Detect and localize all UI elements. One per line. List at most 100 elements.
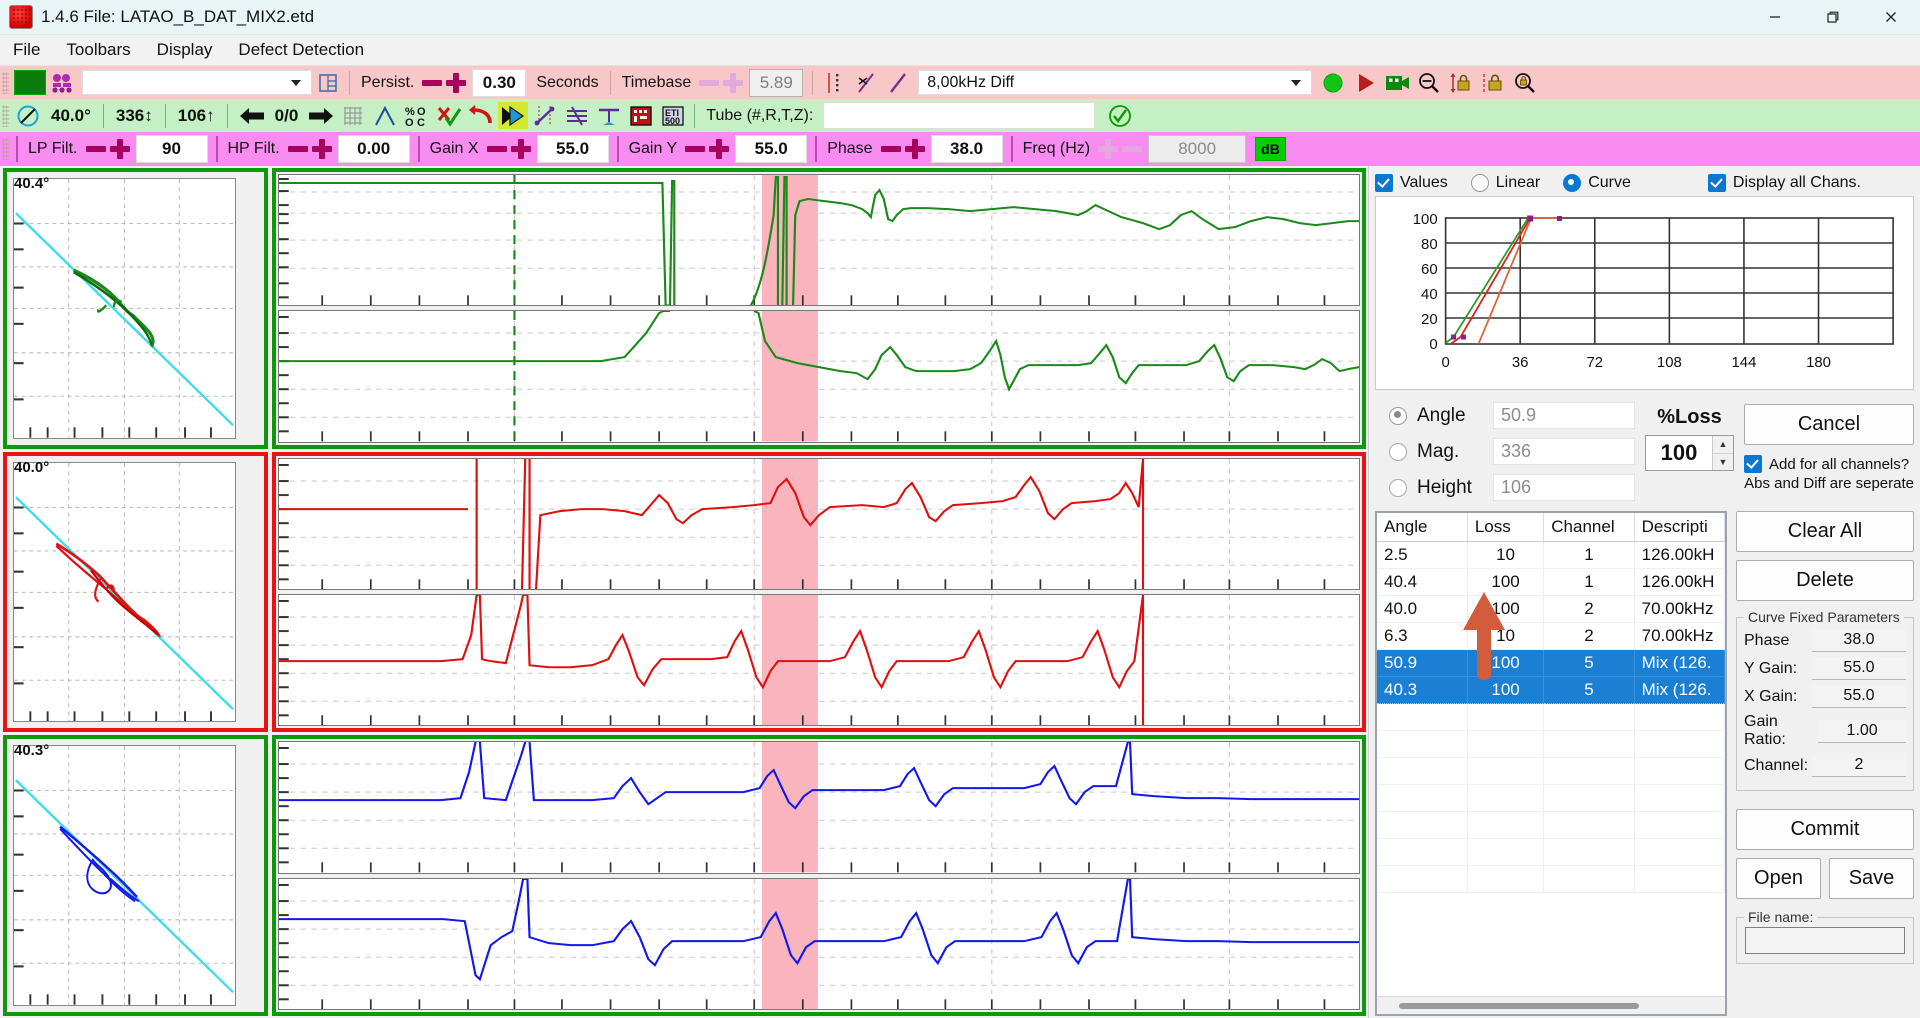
grid-icon[interactable] xyxy=(338,102,368,129)
strip-chart-2b[interactable] xyxy=(278,594,1360,727)
display-all-chans-checkbox[interactable] xyxy=(1707,174,1726,192)
curve-table-wrap[interactable]: Angle Loss Channel Descripti 2.5 10 1 12… xyxy=(1375,511,1727,1016)
open-button[interactable]: Open xyxy=(1736,858,1821,899)
table-row[interactable]: 40.0 100 2 70.00kHz xyxy=(1377,595,1726,623)
undo-icon[interactable] xyxy=(466,102,496,129)
lissajous-channel-2[interactable]: 40.0° xyxy=(3,451,268,733)
toolbar-grip-2[interactable] xyxy=(2,104,9,127)
persist-minus-button[interactable] xyxy=(420,71,444,95)
table-horizontal-scrollbar[interactable] xyxy=(1377,996,1725,1014)
loss-value[interactable]: 100 xyxy=(1646,436,1712,470)
vertical-cursor-icon[interactable] xyxy=(819,69,849,96)
play-analysis-icon[interactable] xyxy=(498,102,529,129)
loss-spin-up[interactable]: ▲ xyxy=(1713,436,1733,454)
strip-chart-3b[interactable] xyxy=(278,877,1360,1011)
persist-plus-button[interactable] xyxy=(444,71,468,95)
balance-icon[interactable] xyxy=(594,102,624,129)
lp-value[interactable]: 90 xyxy=(135,135,208,163)
zoom-out-icon[interactable] xyxy=(1414,69,1444,96)
zoom-lock-icon[interactable] xyxy=(1510,69,1540,96)
play-icon[interactable] xyxy=(1350,69,1380,96)
hp-value[interactable]: 0.00 xyxy=(337,135,410,163)
menu-file[interactable]: File xyxy=(0,37,53,63)
loss-spinner[interactable]: 100 ▲ ▼ xyxy=(1645,435,1734,471)
mixing-icon[interactable]: % O O C xyxy=(402,102,432,129)
gain-x-minus-button[interactable] xyxy=(485,137,509,161)
gain-y-minus-button[interactable] xyxy=(683,137,707,161)
table-row-selected[interactable]: 40.3 100 5 Mix (126. xyxy=(1377,676,1726,704)
timebase-minus-button[interactable] xyxy=(697,71,721,95)
mag-radio[interactable] xyxy=(1389,442,1407,461)
lissajous-channel-1[interactable]: 40.4° xyxy=(3,168,268,449)
frequency-combo[interactable]: 8,00kHz Diff xyxy=(918,70,1313,95)
hp-minus-button[interactable] xyxy=(286,137,310,161)
clear-all-button[interactable]: Clear All xyxy=(1736,511,1914,552)
delete-button[interactable]: Delete xyxy=(1736,560,1914,601)
no-angle-icon[interactable] xyxy=(13,102,43,129)
close-button[interactable] xyxy=(1862,0,1920,34)
channel-combo[interactable] xyxy=(82,70,312,95)
table-row[interactable]: 6.3 10 2 70.00kHz xyxy=(1377,622,1726,650)
peak-icon[interactable] xyxy=(370,102,400,129)
curve-radio[interactable] xyxy=(1563,174,1582,192)
strip-chart-1a[interactable] xyxy=(278,174,1360,307)
record-stop-icon[interactable] xyxy=(1318,69,1348,96)
hp-plus-button[interactable] xyxy=(310,137,334,161)
column-header-angle[interactable]: Angle xyxy=(1377,513,1468,542)
lp-minus-button[interactable] xyxy=(84,137,108,161)
restore-button[interactable] xyxy=(1804,0,1862,34)
menu-toolbars[interactable]: Toolbars xyxy=(53,37,143,63)
toolbar-grip[interactable] xyxy=(2,71,9,94)
strip-chart-1b[interactable] xyxy=(278,310,1360,443)
gain-y-plus-button[interactable] xyxy=(707,137,731,161)
tube-input[interactable] xyxy=(823,102,1096,129)
column-header-channel[interactable]: Channel xyxy=(1543,513,1635,542)
multi-line-icon[interactable] xyxy=(562,102,592,129)
persist-value[interactable]: 0.30 xyxy=(472,68,527,97)
phase-plus-button[interactable] xyxy=(903,137,927,161)
channel-pair-icon[interactable] xyxy=(47,69,77,96)
loss-spin-down[interactable]: ▼ xyxy=(1713,453,1733,470)
linear-radio[interactable] xyxy=(1470,174,1489,192)
save-button[interactable]: Save xyxy=(1829,858,1914,899)
scrollbar-thumb[interactable] xyxy=(1399,1002,1639,1009)
reject-icon[interactable] xyxy=(434,102,464,129)
freq-minus-button[interactable] xyxy=(1120,137,1144,161)
menu-display[interactable]: Display xyxy=(144,37,226,63)
slope-cut-icon[interactable] xyxy=(851,69,881,96)
toolbar-grip-3[interactable] xyxy=(2,138,9,160)
tube-check-icon[interactable] xyxy=(1105,102,1135,129)
menu-defect-detection[interactable]: Defect Detection xyxy=(225,37,377,63)
db-toggle-button[interactable]: dB xyxy=(1255,137,1286,161)
add-all-channels-checkbox[interactable] xyxy=(1744,455,1762,473)
next-defect-icon[interactable] xyxy=(306,102,336,129)
table-row-selected[interactable]: 50.9 100 5 Mix (126. xyxy=(1377,649,1726,677)
gain-x-value[interactable]: 55.0 xyxy=(536,135,609,163)
measure-tool-icon[interactable] xyxy=(530,102,560,129)
lissajous-channel-3[interactable]: 40.3° xyxy=(3,735,268,1017)
calibration-icon[interactable] xyxy=(626,102,656,129)
phase-value[interactable]: 38.0 xyxy=(930,135,1003,163)
file-name-input[interactable] xyxy=(1745,927,1905,954)
table-row[interactable]: 2.5 10 1 126.00kH xyxy=(1377,541,1726,569)
commit-button[interactable]: Commit xyxy=(1736,809,1914,850)
camera-icon[interactable] xyxy=(1382,69,1412,96)
calibration-curve-chart[interactable]: 100 80 60 40 20 0 0 36 72 108 144 180 xyxy=(1375,196,1914,390)
height-radio[interactable] xyxy=(1389,478,1407,497)
phase-minus-button[interactable] xyxy=(879,137,903,161)
strip-chart-2a[interactable] xyxy=(278,457,1360,591)
column-header-description[interactable]: Descripti xyxy=(1634,513,1726,542)
strip-chart-3a[interactable] xyxy=(278,741,1360,874)
slope-line-icon[interactable] xyxy=(883,69,913,96)
table-row[interactable]: 40.4 100 1 126.00kH xyxy=(1377,568,1726,596)
gain-x-plus-button[interactable] xyxy=(509,137,533,161)
previous-defect-icon[interactable] xyxy=(237,102,267,129)
freq-value[interactable]: 8000 xyxy=(1148,135,1247,163)
freq-plus-button[interactable] xyxy=(1096,137,1120,161)
lock-horizontal-icon[interactable] xyxy=(1478,69,1508,96)
cancel-button[interactable]: Cancel xyxy=(1744,404,1914,445)
channel-color-swatch[interactable] xyxy=(14,70,46,95)
layout-icon[interactable] xyxy=(313,69,343,96)
etd-file-icon[interactable]: ETI 500 xyxy=(658,102,688,129)
values-checkbox[interactable] xyxy=(1375,174,1393,192)
